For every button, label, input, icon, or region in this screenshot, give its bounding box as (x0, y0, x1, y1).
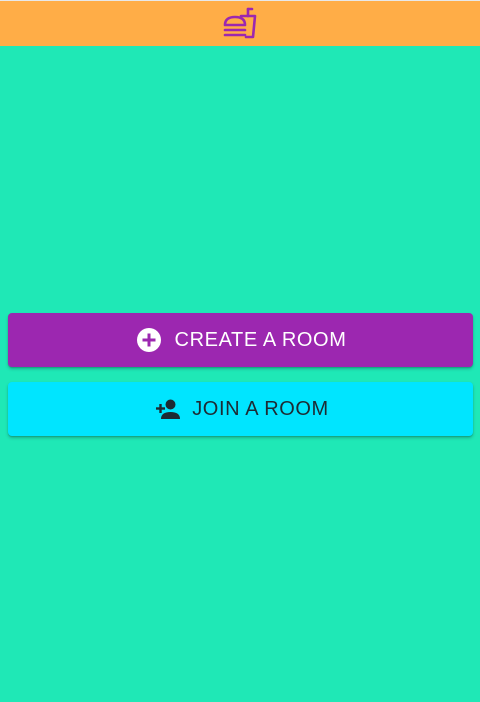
join-room-button[interactable]: JOIN A ROOM (8, 382, 473, 436)
create-room-button[interactable]: CREATE A ROOM (8, 313, 473, 367)
create-room-label: CREATE A ROOM (174, 328, 347, 351)
top-bar (0, 0, 480, 46)
room-actions: CREATE A ROOM JOIN A ROOM (8, 313, 473, 436)
fastfood-icon (222, 6, 258, 42)
person-add-icon (152, 395, 181, 423)
join-room-label: JOIN A ROOM (192, 397, 329, 420)
add-circle-icon (135, 326, 163, 354)
app-root: CREATE A ROOM JOIN A ROOM (0, 0, 480, 702)
